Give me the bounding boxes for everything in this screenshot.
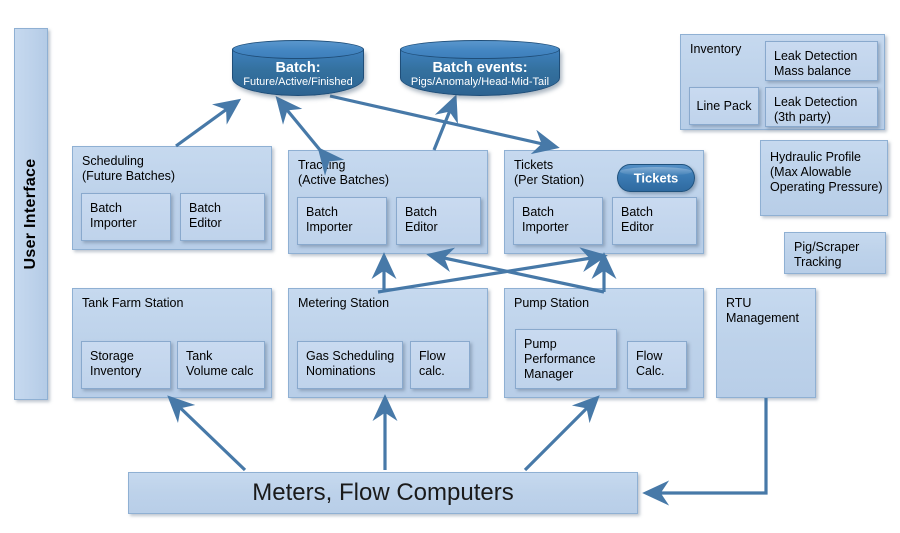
- inventory-group[interactable]: Inventory Leak Detection Mass balance Li…: [680, 34, 885, 130]
- batch-database-subtitle: Future/Active/Finished: [243, 76, 353, 89]
- rtu-management-module[interactable]: RTU Management: [716, 288, 816, 398]
- line-pack-module[interactable]: Line Pack: [689, 87, 759, 125]
- batch-events-database-title: Batch events:: [432, 60, 528, 76]
- inventory-group-title: Inventory: [690, 42, 742, 56]
- metering-station-title: Metering Station: [298, 296, 390, 310]
- tank-farm-station-title: Tank Farm Station: [82, 296, 184, 310]
- rtu-management-label: RTU Management: [726, 296, 799, 325]
- tank-volume-calc-label: Tank Volume calc: [186, 349, 254, 378]
- connector-metering-to-tickets: [377, 247, 608, 294]
- gas-scheduling-nominations-label: Gas Scheduling Nominations: [306, 349, 395, 378]
- batch-events-database-label: Batch events: Pigs/Anomaly/Head-Mid-Tail: [400, 60, 560, 89]
- tickets-datastore-label: Tickets: [633, 170, 679, 186]
- tracking-module-title: Tracking (Active Batches): [298, 158, 390, 187]
- pump-station[interactable]: Pump Station Pump Performance Manager Fl…: [504, 288, 704, 398]
- hydraulic-profile-label: Hydraulic Profile (Max Alowable Operatin…: [770, 150, 883, 194]
- tracking-batch-editor-label: Batch Editor: [405, 205, 438, 234]
- tickets-batch-editor-label: Batch Editor: [621, 205, 654, 234]
- leak-detection-mass-balance-label: Leak Detection Mass balance: [774, 49, 858, 78]
- connector-tracking-batch-bidirectional: [275, 96, 345, 176]
- connector-tracking-to-batch-events: [432, 94, 458, 151]
- meters-flow-computers-bar[interactable]: Meters, Flow Computers: [128, 472, 638, 514]
- tracking-batch-importer-label: Batch Importer: [306, 205, 353, 234]
- hydraulic-profile-module[interactable]: Hydraulic Profile (Max Alowable Operatin…: [760, 140, 888, 216]
- batch-database: Batch: Future/Active/Finished: [232, 40, 364, 96]
- cylinder-top: [400, 40, 560, 59]
- batch-database-title: Batch:: [275, 60, 321, 76]
- tickets-batch-editor[interactable]: Batch Editor: [612, 197, 697, 245]
- pump-performance-manager-module[interactable]: Pump Performance Manager: [515, 329, 617, 389]
- tickets-batch-importer[interactable]: Batch Importer: [513, 197, 603, 245]
- pump-performance-manager-label: Pump Performance Manager: [524, 337, 596, 381]
- tickets-batch-importer-label: Batch Importer: [522, 205, 569, 234]
- storage-inventory-module[interactable]: Storage Inventory: [81, 341, 171, 389]
- gas-scheduling-nominations-module[interactable]: Gas Scheduling Nominations: [297, 341, 403, 389]
- batch-events-database-subtitle: Pigs/Anomaly/Head-Mid-Tail: [410, 76, 550, 89]
- storage-inventory-label: Storage Inventory: [90, 349, 142, 378]
- connector-batch-to-tickets: [329, 94, 560, 155]
- scheduling-batch-importer[interactable]: Batch Importer: [81, 193, 171, 241]
- pump-flow-calc-label: Flow Calc.: [636, 349, 665, 378]
- scheduling-batch-editor-label: Batch Editor: [189, 201, 222, 230]
- tank-farm-station[interactable]: Tank Farm Station Storage Inventory Tank…: [72, 288, 272, 398]
- connector-scheduling-to-batch: [175, 98, 242, 148]
- line-pack-label: Line Pack: [696, 99, 752, 113]
- connector-meters-to-pump: [523, 395, 600, 472]
- pump-station-title: Pump Station: [514, 296, 590, 310]
- leak-detection-third-party-module[interactable]: Leak Detection (3th party): [765, 87, 878, 127]
- batch-database-label: Batch: Future/Active/Finished: [232, 60, 364, 89]
- connector-rtu-to-meters: [642, 398, 768, 506]
- tickets-datastore: Tickets: [617, 164, 695, 192]
- connector-meters-to-tank-farm: [167, 395, 247, 472]
- tracking-module[interactable]: Tracking (Active Batches) Batch Importer…: [288, 150, 488, 254]
- leak-detection-mass-balance-module[interactable]: Leak Detection Mass balance: [765, 41, 878, 81]
- scheduling-module[interactable]: Scheduling (Future Batches) Batch Import…: [72, 146, 272, 250]
- batch-events-database: Batch events: Pigs/Anomaly/Head-Mid-Tail: [400, 40, 560, 96]
- tracking-batch-importer[interactable]: Batch Importer: [297, 197, 387, 245]
- scheduling-module-title: Scheduling (Future Batches): [82, 154, 176, 183]
- user-interface-label: User Interface: [22, 158, 39, 270]
- connector-pump-to-tracking: [426, 247, 605, 294]
- tank-volume-calc-module[interactable]: Tank Volume calc: [177, 341, 265, 389]
- pig-scraper-tracking-module[interactable]: Pig/Scraper Tracking: [784, 232, 886, 274]
- user-interface-sidebar: User Interface: [14, 28, 48, 400]
- pig-scraper-tracking-label: Pig/Scraper Tracking: [794, 240, 860, 269]
- cylinder-top: [232, 40, 364, 59]
- tickets-module-title: Tickets (Per Station): [514, 158, 585, 187]
- scheduling-batch-importer-label: Batch Importer: [90, 201, 137, 230]
- metering-flow-calc-label: Flow calc.: [419, 349, 446, 378]
- meters-flow-computers-label: Meters, Flow Computers: [252, 479, 514, 506]
- metering-station[interactable]: Metering Station Gas Scheduling Nominati…: [288, 288, 488, 398]
- architecture-diagram: User Interface Batch: Future/Active/Fini…: [0, 0, 900, 533]
- scheduling-batch-editor[interactable]: Batch Editor: [180, 193, 265, 241]
- pump-flow-calc-module[interactable]: Flow Calc.: [627, 341, 687, 389]
- tracking-batch-editor[interactable]: Batch Editor: [396, 197, 481, 245]
- metering-flow-calc-module[interactable]: Flow calc.: [410, 341, 470, 389]
- leak-detection-third-party-label: Leak Detection (3th party): [774, 95, 858, 124]
